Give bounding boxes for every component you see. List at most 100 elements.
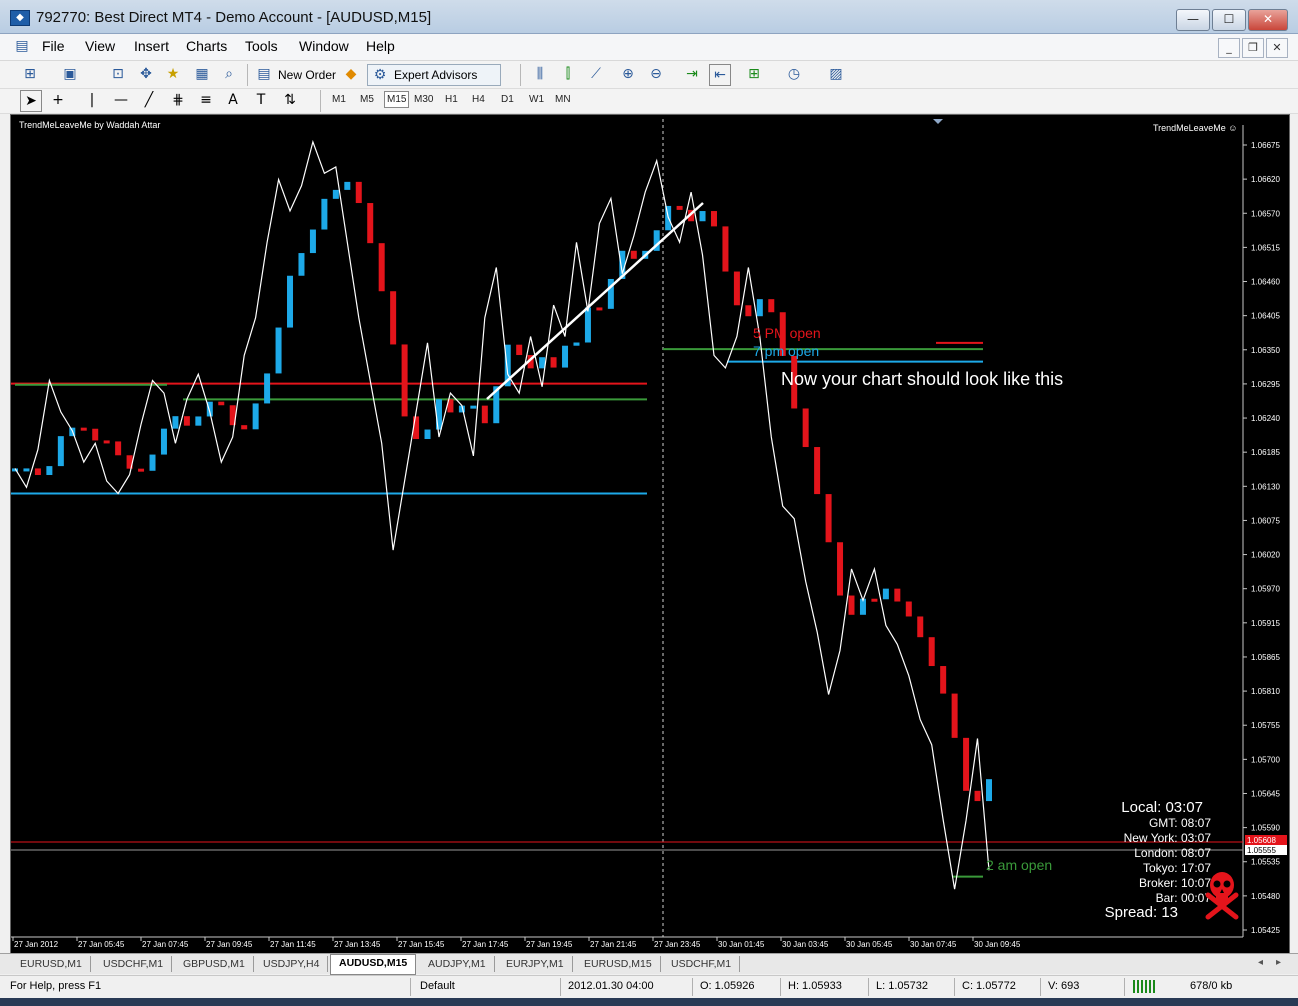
menu-tools[interactable]: Tools (245, 38, 278, 54)
user-trendline (486, 202, 704, 400)
x-tick-label: 27 Jan 15:45 (398, 940, 445, 949)
tab-scroll-right-icon[interactable]: ▸ (1276, 957, 1281, 968)
tab-usdchf-m1-2[interactable]: USDCHF,M1 (663, 956, 741, 972)
trend-block (218, 401, 225, 406)
trend-block (355, 181, 362, 204)
chart-tabs: EURUSD,M1 USDCHF,M1 GBPUSD,M1 USDJPY,H4 … (0, 953, 1298, 975)
mdi-minimize-button[interactable]: _ (1218, 38, 1240, 58)
tf-m1[interactable]: M1 (332, 94, 346, 105)
zoom-out-icon[interactable]: ⊖ (646, 64, 666, 84)
arrows-icon[interactable]: ⇅ (280, 90, 300, 110)
trend-block (894, 588, 901, 602)
favorites-icon[interactable]: ★ (163, 64, 183, 84)
menu-charts[interactable]: Charts (186, 38, 227, 54)
zoom-in-icon[interactable]: ⊕ (618, 64, 638, 84)
line-chart-icon[interactable]: ⟋ (586, 64, 606, 84)
text-label-icon[interactable]: T (251, 90, 271, 110)
terminal-window: ◆ 792770: Best Direct MT4 - Demo Account… (0, 0, 1298, 1006)
y-tick-label: 1.05480 (1251, 892, 1280, 901)
periods-icon[interactable]: ◷ (784, 64, 804, 84)
tab-eurusd-m1[interactable]: EURUSD,M1 (12, 956, 91, 972)
channel-icon[interactable]: ≡ (196, 90, 216, 110)
trend-block (115, 441, 122, 456)
tab-eurusd-m15[interactable]: EURUSD,M15 (576, 956, 661, 972)
status-profile[interactable]: Default (420, 980, 455, 992)
tf-w1[interactable]: W1 (529, 94, 544, 105)
metaeditor-icon[interactable]: ◆ (341, 64, 361, 84)
y-tick-label: 1.06020 (1251, 551, 1280, 560)
auto-scroll-icon[interactable]: ⇥ (682, 64, 702, 84)
skull-crossbones-icon (1205, 872, 1239, 920)
fibonacci-icon[interactable]: ⋕ (168, 90, 188, 110)
trend-block (367, 203, 374, 244)
annotation-text: Now your chart should look like this (781, 369, 1063, 389)
trend-block (80, 427, 87, 431)
chart-shift-icon[interactable]: ⇤ (709, 64, 731, 86)
mdi-close-button[interactable]: ✕ (1266, 38, 1288, 58)
trend-block (275, 327, 282, 374)
minimize-button[interactable]: — (1176, 9, 1210, 31)
tester-icon[interactable]: ⌕ (219, 64, 239, 84)
trendline-icon[interactable]: ╱ (139, 90, 159, 110)
tab-audusd-m15[interactable]: AUDUSD,M15 (330, 954, 417, 975)
tf-h4[interactable]: H4 (472, 94, 485, 105)
market-watch-icon[interactable]: ⊡ (108, 64, 128, 84)
chart-canvas[interactable]: 1.06675 1.06620 1.06570 1.06515 1.06460 1.064… (11, 115, 1289, 953)
templates-icon[interactable]: ▨ (826, 64, 846, 84)
terminal-icon[interactable]: ▦ (192, 64, 212, 84)
trend-block (710, 211, 717, 227)
y-tick-label: 1.05865 (1251, 653, 1280, 662)
y-tick-label: 1.06350 (1251, 346, 1280, 355)
expert-advisors-button[interactable]: ⚙ Expert Advisors (367, 64, 501, 86)
trend-block (103, 440, 110, 444)
cursor-icon[interactable]: ➤ (20, 90, 42, 112)
tf-m5[interactable]: M5 (360, 94, 374, 105)
trend-block (733, 271, 740, 306)
tab-usdjpy-h4[interactable]: USDJPY,H4 (255, 956, 329, 972)
trend-block (470, 405, 477, 409)
trend-block (584, 307, 591, 343)
y-tick-label: 1.05425 (1251, 926, 1280, 935)
indicators-icon[interactable]: ⊞ (744, 64, 764, 84)
mdi-restore-button[interactable]: ❐ (1242, 38, 1264, 58)
tab-audjpy-m1[interactable]: AUDJPY,M1 (420, 956, 495, 972)
maximize-button[interactable]: ☐ (1212, 9, 1246, 31)
menu-insert[interactable]: Insert (134, 38, 169, 54)
chart-doc-icon[interactable]: ▤ (12, 36, 32, 56)
trend-block (149, 454, 156, 471)
trend-block (34, 468, 41, 476)
trend-block (298, 253, 305, 276)
status-close: C: 1.05772 (962, 980, 1016, 992)
navigator-icon[interactable]: ✥ (136, 64, 156, 84)
profiles-icon[interactable]: ▣ (60, 64, 80, 84)
horizontal-line-icon[interactable]: — (111, 90, 131, 110)
text-tool[interactable]: A (223, 90, 243, 110)
trend-block (871, 598, 878, 602)
trend-block (57, 436, 64, 467)
new-order-button[interactable]: New Order (278, 68, 336, 82)
crosshair-icon[interactable]: + (48, 90, 68, 110)
new-order-icon[interactable]: ▤ (254, 64, 274, 84)
candlesticks-icon[interactable]: ⫿ (558, 64, 578, 84)
bar-chart-icon[interactable]: ⫼ (530, 64, 550, 84)
menu-help[interactable]: Help (366, 38, 395, 54)
y-tick-label: 1.06295 (1251, 380, 1280, 389)
menu-view[interactable]: View (85, 38, 115, 54)
tf-mn[interactable]: MN (555, 94, 571, 105)
vertical-line-icon[interactable]: | (82, 90, 102, 110)
tab-gbpusd-m1[interactable]: GBPUSD,M1 (175, 956, 254, 972)
menu-window[interactable]: Window (299, 38, 349, 54)
tf-m30[interactable]: M30 (414, 94, 433, 105)
tab-usdchf-m1[interactable]: USDCHF,M1 (95, 956, 173, 972)
tab-scroll-left-icon[interactable]: ◂ (1258, 957, 1263, 968)
tf-h1[interactable]: H1 (445, 94, 458, 105)
close-button[interactable]: ✕ (1248, 9, 1288, 31)
tab-eurjpy-m1[interactable]: EURJPY,M1 (498, 956, 573, 972)
new-chart-icon[interactable]: ⊞ (20, 64, 40, 84)
trend-block (550, 357, 557, 368)
menu-file[interactable]: File (42, 38, 65, 54)
x-tick-label: 30 Jan 01:45 (718, 940, 765, 949)
price-chart[interactable]: 1.06675 1.06620 1.06570 1.06515 1.06460 1.064… (10, 114, 1290, 954)
tf-d1[interactable]: D1 (501, 94, 514, 105)
tf-m15[interactable]: M15 (384, 91, 410, 108)
